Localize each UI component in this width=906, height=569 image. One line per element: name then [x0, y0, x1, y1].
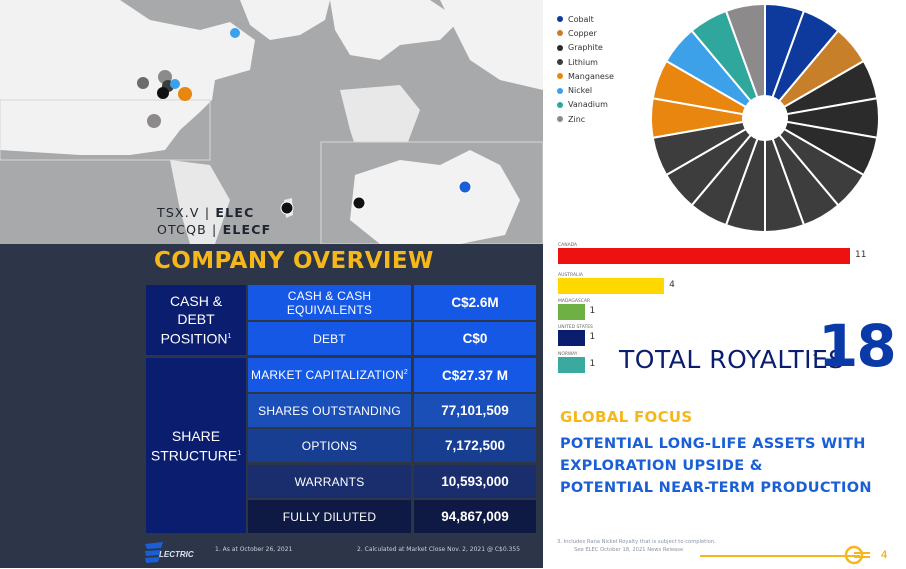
group-share-structure: SHARE STRUCTURE1 — [146, 358, 246, 533]
pie-slice-vanadium — [690, 9, 759, 103]
row-label-options: OPTIONS — [248, 429, 411, 462]
footnote-3: 3. Includes Rana Nickel Royalty that is … — [557, 539, 716, 553]
pie-slice-lithium — [651, 120, 748, 177]
row-label-market-cap: MARKET CAPITALIZATION2 — [248, 358, 411, 392]
focus-line-3: POTENTIAL NEAR-TERM PRODUCTION — [560, 480, 872, 496]
row-value-cash: C$2.6M — [414, 285, 536, 320]
royalty-map: TSX.V | ELEC OTCQB | ELECF — [0, 0, 543, 244]
pie-slice-cobalt — [764, 2, 806, 99]
row-value-fully-diluted: 94,867,009 — [414, 500, 536, 533]
legend-item-zinc: Zinc — [557, 112, 614, 126]
row-label-shares: SHARES OUTSTANDING — [248, 394, 411, 427]
row-label-cash: CASH & CASH EQUIVALENTS — [248, 285, 411, 320]
bar-norway — [558, 357, 585, 373]
bar-value-norway: 1 — [589, 359, 596, 369]
total-royalties-label: TOTAL ROYALTIES — [619, 345, 845, 374]
marker-canada-6 — [178, 87, 192, 101]
page-number: 4 — [881, 549, 888, 561]
legend-item-nickel: Nickel — [557, 83, 614, 97]
ticker-otcqb: OTCQB | ELECF — [157, 222, 272, 237]
total-royalties-footnote-mark: 3 — [813, 349, 818, 358]
bar-united-states — [558, 330, 585, 346]
pie-slice-manganese — [650, 97, 745, 139]
total-royalties-number: 18 — [818, 312, 897, 380]
bar-canada — [558, 248, 850, 264]
row-value-options: 7,172,500 — [414, 429, 536, 462]
pie-slice-nickel — [664, 29, 753, 109]
legend-item-lithium: Lithium — [557, 55, 614, 69]
group-cash-debt: CASH & DEBT POSITION1 — [146, 285, 246, 355]
legend-item-graphite: Graphite — [557, 41, 614, 55]
row-label-fully-diluted: FULLY DILUTED — [248, 500, 411, 533]
pie-slice-copper — [777, 29, 866, 109]
marker-canada-4 — [157, 87, 169, 99]
pie-slice-graphite — [782, 120, 879, 177]
company-emblem-icon — [844, 545, 870, 565]
pie-slice-lithium — [664, 127, 753, 207]
pie-slice-manganese — [651, 59, 748, 116]
bar-value-united-states: 1 — [589, 332, 596, 342]
electric-royalties-logo: LECTRIC — [143, 540, 203, 564]
row-label-debt: DEBT — [248, 322, 411, 355]
focus-line-2: EXPLORATION UPSIDE & — [560, 458, 763, 474]
row-label-warrants: WARRANTS — [248, 465, 411, 498]
marker-canada-5 — [170, 79, 180, 89]
legend-item-vanadium: Vanadium — [557, 98, 614, 112]
pie-slice-lithium — [690, 133, 759, 227]
pie-slice-lithium — [771, 133, 840, 227]
marker-madagascar — [280, 201, 294, 215]
pie-slice-cobalt — [771, 9, 840, 103]
bar-madagascar — [558, 304, 585, 320]
legend-item-manganese: Manganese — [557, 69, 614, 83]
world-map-graphic — [0, 0, 543, 244]
row-value-debt: C$0 — [414, 322, 536, 355]
pie-legend: Cobalt Copper Graphite Lithium Manganese… — [557, 12, 614, 126]
marker-us — [147, 114, 161, 128]
bar-value-canada: 11 — [855, 250, 867, 260]
row-value-warrants: 10,593,000 — [414, 465, 536, 498]
global-focus-heading: GLOBAL FOCUS — [560, 408, 693, 426]
marker-australia-2 — [458, 180, 472, 194]
legend-item-cobalt: Cobalt — [557, 12, 614, 26]
marker-canada-1 — [137, 77, 149, 89]
footnote-1: 1. As at October 26, 2021 — [215, 546, 293, 553]
pie-slice-lithium — [764, 137, 806, 234]
marker-australia-1 — [352, 196, 366, 210]
marker-norway — [230, 28, 240, 38]
pie-slice-zinc — [724, 2, 766, 99]
bar-value-australia: 4 — [669, 280, 675, 290]
overview-title: COMPANY OVERVIEW — [154, 248, 434, 274]
pie-slice-lithium — [777, 127, 866, 207]
footer-divider — [700, 555, 860, 557]
footnote-2: 2. Calculated at Market Close Nov. 2, 20… — [357, 546, 521, 553]
bar-australia — [558, 278, 665, 294]
row-value-shares: 77,101,509 — [414, 394, 536, 427]
row-value-market-cap: C$27.37 M — [414, 358, 536, 392]
focus-line-1: POTENTIAL LONG-LIFE ASSETS WITH — [560, 436, 866, 452]
bar-value-madagascar: 1 — [589, 306, 596, 316]
pie-slice-lithium — [724, 137, 766, 234]
pie-slice-graphite — [782, 59, 879, 116]
pie-slice-graphite — [785, 97, 880, 139]
ticker-tsxv: TSX.V | ELEC — [157, 205, 255, 220]
legend-item-copper: Copper — [557, 26, 614, 40]
